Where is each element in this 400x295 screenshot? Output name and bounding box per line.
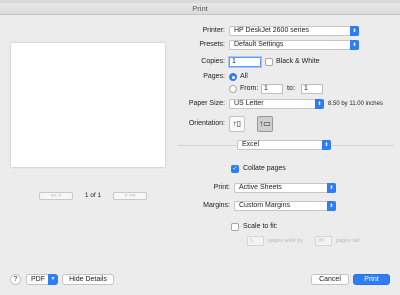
black-white-label: Black & White bbox=[276, 58, 320, 65]
printer-value: HP DeskJet 2600 series bbox=[234, 27, 309, 34]
chevron-updown-icon: ⬍ bbox=[350, 40, 359, 50]
pages-wide-label: pages wide by bbox=[268, 238, 304, 244]
chevron-updown-icon: ⬍ bbox=[322, 140, 331, 150]
pages-wide-field[interactable]: 1 bbox=[247, 236, 264, 246]
paper-size-value: US Letter bbox=[234, 100, 264, 107]
margins-select[interactable]: Custom Margins ⬍ bbox=[234, 201, 336, 211]
print-what-value: Active Sheets bbox=[239, 184, 282, 191]
pages-from-field[interactable]: 1 bbox=[261, 84, 283, 94]
print-what-label: Print: bbox=[213, 184, 230, 191]
page-preview bbox=[11, 43, 165, 167]
section-select[interactable]: Excel ⬍ bbox=[237, 140, 331, 150]
pages-to-label: to: bbox=[287, 85, 295, 92]
presets-select[interactable]: Default Settings ⬍ bbox=[229, 40, 359, 50]
presets-value: Default Settings bbox=[234, 41, 284, 48]
chevron-updown-icon: ⬍ bbox=[327, 201, 336, 211]
pages-all-radio[interactable] bbox=[229, 73, 237, 81]
next-last-page-button[interactable]: > >> bbox=[113, 192, 147, 200]
printer-label: Printer: bbox=[202, 27, 225, 34]
landscape-orientation-button[interactable]: ↑▭ bbox=[257, 116, 273, 132]
margins-label: Margins: bbox=[203, 202, 230, 209]
landscape-icon: ↑▭ bbox=[259, 119, 271, 128]
black-white-checkbox[interactable] bbox=[265, 58, 273, 66]
preview-pager: << < 1 of 1 > >> bbox=[0, 192, 200, 200]
print-what-select[interactable]: Active Sheets ⬍ bbox=[234, 183, 336, 193]
section-divider-right bbox=[332, 145, 394, 146]
copies-field[interactable]: 1 bbox=[229, 57, 261, 67]
pages-label: Pages: bbox=[203, 73, 225, 80]
pdf-label: PDF bbox=[31, 276, 45, 283]
pages-from-radio[interactable] bbox=[229, 85, 237, 93]
cancel-button[interactable]: Cancel bbox=[311, 274, 349, 285]
hide-details-button[interactable]: Hide Details bbox=[62, 274, 114, 285]
pages-tall-label: pages tall bbox=[336, 238, 360, 244]
section-value: Excel bbox=[242, 141, 260, 148]
chevron-down-icon: ▼ bbox=[48, 274, 58, 285]
help-button[interactable]: ? bbox=[10, 274, 21, 285]
paper-size-select[interactable]: US Letter ⬍ bbox=[229, 99, 324, 109]
scale-to-fit-checkbox[interactable] bbox=[231, 223, 239, 231]
chevron-updown-icon: ⬍ bbox=[327, 183, 336, 193]
window-title: Print bbox=[0, 3, 400, 15]
chevron-updown-icon: ⬍ bbox=[315, 99, 324, 109]
portrait-icon: ↑▯ bbox=[232, 119, 242, 128]
pages-all-label: All bbox=[240, 73, 248, 80]
collate-checkbox[interactable]: ✓ bbox=[231, 165, 239, 173]
printer-select[interactable]: HP DeskJet 2600 series ⬍ bbox=[229, 26, 359, 36]
copies-label: Copies: bbox=[201, 58, 225, 65]
orientation-label: Orientation: bbox=[188, 120, 225, 127]
presets-label: Presets: bbox=[199, 41, 225, 48]
page-count: 1 of 1 bbox=[84, 192, 102, 199]
collate-label: Collate pages bbox=[243, 165, 286, 172]
pages-from-label: From: bbox=[240, 85, 259, 92]
pdf-menu-button[interactable]: PDF ▼ bbox=[26, 274, 58, 285]
print-button[interactable]: Print bbox=[353, 274, 390, 285]
chevron-updown-icon: ⬍ bbox=[350, 26, 359, 36]
pages-tall-field[interactable]: 00 bbox=[315, 236, 332, 246]
pages-to-field[interactable]: 1 bbox=[301, 84, 323, 94]
section-divider-left bbox=[178, 145, 236, 146]
paper-dimensions: 8.50 by 11.00 inches bbox=[328, 101, 383, 107]
paper-size-label: Paper Size: bbox=[188, 100, 225, 107]
first-prev-page-button[interactable]: << < bbox=[39, 192, 73, 200]
portrait-orientation-button[interactable]: ↑▯ bbox=[229, 116, 245, 132]
margins-value: Custom Margins bbox=[239, 202, 290, 209]
scale-to-fit-label: Scale to fit: bbox=[243, 223, 278, 230]
